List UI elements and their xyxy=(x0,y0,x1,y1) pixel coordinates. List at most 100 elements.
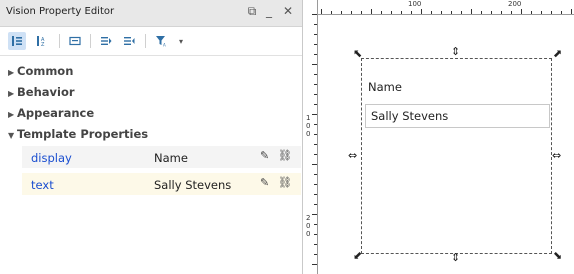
ruler-tick xyxy=(401,11,402,14)
minimize-icon[interactable]: _ xyxy=(262,4,276,18)
expand-all-icon[interactable] xyxy=(97,32,115,50)
ruler-tick xyxy=(314,94,317,95)
resize-handle-se-icon[interactable]: ⬊ xyxy=(553,250,562,261)
svg-text:Z: Z xyxy=(41,42,45,47)
sort-alpha-icon[interactable]: AZ xyxy=(33,32,51,50)
ruler-tick xyxy=(314,74,317,75)
vertical-ruler: 1 0 0 2 0 0 xyxy=(303,0,318,274)
vruler-label: 0 xyxy=(306,230,311,238)
resize-handle-ne-icon[interactable]: ⬈ xyxy=(553,48,562,59)
property-name: text xyxy=(31,178,54,192)
category-appearance[interactable]: ▶ Appearance xyxy=(8,106,94,120)
link-icon[interactable]: ⛓ xyxy=(278,176,292,189)
vruler-label: 0 xyxy=(306,130,311,138)
ruler-tick xyxy=(361,11,362,14)
vruler-label: 1 xyxy=(306,114,311,122)
resize-handle-s-icon[interactable]: ⇕ xyxy=(451,252,460,263)
vruler-label: 0 xyxy=(306,122,311,130)
svg-text:A: A xyxy=(163,43,166,48)
category-template-properties[interactable]: ▼ Template Properties xyxy=(8,127,148,141)
category-label: Appearance xyxy=(17,106,95,120)
ruler-tick xyxy=(511,11,512,14)
category-behavior[interactable]: ▶ Behavior xyxy=(8,85,75,99)
resize-handle-e-icon[interactable]: ⇔ xyxy=(552,150,561,161)
resize-handle-sw-icon[interactable]: ⬋ xyxy=(353,250,362,261)
ruler-tick xyxy=(351,11,352,14)
expand-arrow-icon: ▶ xyxy=(8,89,15,98)
horizontal-ruler: 100 200 xyxy=(317,0,574,15)
ruler-tick xyxy=(314,84,317,85)
toolbar-separator xyxy=(90,34,91,48)
ruler-tick xyxy=(312,214,317,215)
sort-order-icon[interactable] xyxy=(8,32,26,50)
ruler-tick xyxy=(312,14,317,15)
category-label: Common xyxy=(17,64,74,78)
category-label: Behavior xyxy=(17,85,75,99)
ruler-tick xyxy=(314,194,317,195)
collapse-all-icon[interactable] xyxy=(120,32,138,50)
vruler-label: 2 xyxy=(306,214,311,222)
ruler-tick xyxy=(314,144,317,145)
property-editor-panel: Vision Property Editor ⧉ _ ✕ AZ A ▾ ▶ Com… xyxy=(0,0,303,274)
ruler-tick xyxy=(531,11,532,14)
property-row-display[interactable]: display Name ✎ ⛓ xyxy=(22,146,301,168)
ruler-tick xyxy=(314,234,317,235)
filter-icon[interactable]: A xyxy=(152,32,170,50)
resize-handle-n-icon[interactable]: ⇕ xyxy=(451,46,460,57)
ruler-tick xyxy=(314,204,317,205)
panel-titlebar: Vision Property Editor ⧉ _ ✕ xyxy=(0,0,302,27)
ruler-tick xyxy=(314,154,317,155)
template-text-field[interactable]: Sally Stevens xyxy=(365,104,550,128)
ruler-tick xyxy=(314,134,317,135)
ruler-tick xyxy=(314,244,317,245)
panel-toolbar: AZ A ▾ xyxy=(0,27,302,56)
template-name-label: Name xyxy=(368,80,402,94)
ruler-tick xyxy=(314,54,317,55)
ruler-tick xyxy=(501,11,502,14)
property-row-text[interactable]: text Sally Stevens ✎ ⛓ xyxy=(22,173,301,195)
edit-icon[interactable]: ✎ xyxy=(260,176,269,189)
ruler-tick xyxy=(312,64,317,65)
collapse-arrow-icon: ▼ xyxy=(8,131,15,140)
ruler-tick xyxy=(312,114,317,115)
ruler-tick xyxy=(561,11,562,14)
toolbar-separator xyxy=(59,34,60,48)
ruler-tick xyxy=(551,11,552,14)
ruler-tick xyxy=(312,264,317,265)
expand-arrow-icon: ▶ xyxy=(8,68,15,77)
ruler-tick xyxy=(314,44,317,45)
ruler-tick xyxy=(471,9,472,14)
link-icon[interactable]: ⛓ xyxy=(278,149,292,162)
float-icon[interactable]: ⧉ xyxy=(245,4,259,19)
edit-icon[interactable]: ✎ xyxy=(260,149,269,162)
panel-title: Vision Property Editor xyxy=(6,6,115,17)
ruler-tick xyxy=(314,24,317,25)
category-common[interactable]: ▶ Common xyxy=(8,64,73,78)
ruler-tick xyxy=(541,11,542,14)
property-name: display xyxy=(31,151,72,165)
ruler-tick xyxy=(481,11,482,14)
resize-handle-nw-icon[interactable]: ⬉ xyxy=(353,48,362,59)
ruler-tick xyxy=(314,224,317,225)
ruler-tick xyxy=(491,11,492,14)
ruler-tick xyxy=(321,9,322,14)
vruler-label: 0 xyxy=(306,222,311,230)
ruler-tick xyxy=(571,9,572,14)
ruler-tick xyxy=(312,164,317,165)
ruler-tick xyxy=(314,124,317,125)
ruler-tick xyxy=(314,254,317,255)
property-value[interactable]: Sally Stevens xyxy=(154,178,231,192)
ruler-tick xyxy=(381,11,382,14)
close-icon[interactable]: ✕ xyxy=(281,4,295,18)
ruler-tick xyxy=(314,184,317,185)
ruler-tick xyxy=(314,174,317,175)
ruler-tick xyxy=(331,11,332,14)
filter-dropdown-icon[interactable]: ▾ xyxy=(172,32,190,50)
ruler-label-100: 100 xyxy=(408,0,422,8)
resize-handle-w-icon[interactable]: ⇔ xyxy=(348,150,357,161)
ruler-tick xyxy=(391,11,392,14)
ruler-tick xyxy=(421,9,422,14)
show-description-icon[interactable] xyxy=(66,32,84,50)
property-value[interactable]: Name xyxy=(154,151,188,165)
ruler-label-200: 200 xyxy=(508,0,522,8)
